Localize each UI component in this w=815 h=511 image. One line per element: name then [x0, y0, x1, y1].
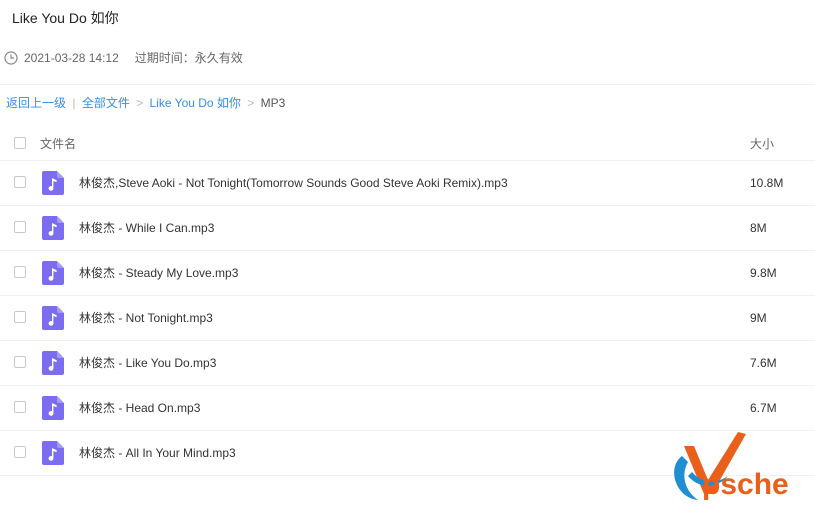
music-file-icon [42, 216, 64, 240]
breadcrumb-divider: | [72, 96, 76, 110]
music-file-icon [42, 441, 64, 465]
file-row[interactable]: 林俊杰 - While I Can.mp3 8M [0, 206, 815, 251]
row-checkbox[interactable] [14, 266, 26, 278]
music-file-icon [42, 171, 64, 195]
column-name-header[interactable]: 文件名 [40, 135, 76, 152]
file-list-header: 文件名 大小 [0, 124, 815, 161]
breadcrumb-separator: > [247, 96, 255, 110]
share-title: Like You Do 如你 [12, 10, 119, 26]
expire-value: 永久有效 [194, 51, 243, 65]
file-row[interactable]: 林俊杰 - Not Tonight.mp3 9M [0, 296, 815, 341]
file-name[interactable]: 林俊杰 - Not Tonight.mp3 [79, 310, 213, 326]
file-size: 8M [750, 221, 767, 235]
music-file-icon [42, 306, 64, 330]
header-divider [0, 84, 815, 85]
file-size: 10.8M [750, 176, 784, 190]
all-files-link[interactable]: 全部文件 [82, 96, 130, 110]
back-link[interactable]: 返回上一级 [6, 96, 66, 110]
breadcrumb-current: MP3 [260, 96, 286, 110]
file-size: 9M [750, 311, 767, 325]
file-row[interactable]: 林俊杰 - Steady My Love.mp3 9.8M [0, 251, 815, 296]
music-file-icon [42, 261, 64, 285]
file-list: 林俊杰,Steve Aoki - Not Tonight(Tomorrow So… [0, 161, 815, 476]
created-time: 2021-03-28 14:12 [24, 51, 119, 65]
breadcrumb: 返回上一级 | 全部文件 > Like You Do 如你 > MP3 [6, 95, 285, 111]
file-size: 7.6M [750, 356, 777, 370]
row-checkbox[interactable] [14, 446, 26, 458]
file-size: 6.7M [750, 401, 777, 415]
row-checkbox[interactable] [14, 356, 26, 368]
file-name[interactable]: 林俊杰 - Steady My Love.mp3 [79, 265, 238, 281]
expire-label: 过期时间： [134, 51, 195, 65]
music-file-icon [42, 396, 64, 420]
breadcrumb-separator: > [136, 96, 144, 110]
select-all-checkbox[interactable] [14, 137, 26, 149]
column-size-header[interactable]: 大小 [750, 135, 774, 152]
file-size: 9.8M [750, 266, 777, 280]
file-row[interactable]: 林俊杰 - Like You Do.mp3 7.6M [0, 341, 815, 386]
file-row[interactable]: 林俊杰 - Head On.mp3 6.7M [0, 386, 815, 431]
file-name[interactable]: 林俊杰 - All In Your Mind.mp3 [79, 445, 236, 461]
file-row[interactable]: 林俊杰,Steve Aoki - Not Tonight(Tomorrow So… [0, 161, 815, 206]
watermark-logo: psche [658, 432, 815, 511]
music-file-icon [42, 351, 64, 375]
share-meta: 2021-03-28 14:12 过期时间： 永久有效 [4, 50, 243, 66]
file-name[interactable]: 林俊杰 - Like You Do.mp3 [79, 355, 216, 371]
row-checkbox[interactable] [14, 401, 26, 413]
file-name[interactable]: 林俊杰,Steve Aoki - Not Tonight(Tomorrow So… [79, 175, 508, 191]
row-checkbox[interactable] [14, 311, 26, 323]
clock-icon [4, 51, 18, 65]
row-checkbox[interactable] [14, 221, 26, 233]
row-checkbox[interactable] [14, 176, 26, 188]
folder-link[interactable]: Like You Do 如你 [150, 96, 241, 110]
file-name[interactable]: 林俊杰 - Head On.mp3 [79, 400, 200, 416]
watermark-text: psche [702, 468, 789, 501]
file-name[interactable]: 林俊杰 - While I Can.mp3 [79, 220, 214, 236]
